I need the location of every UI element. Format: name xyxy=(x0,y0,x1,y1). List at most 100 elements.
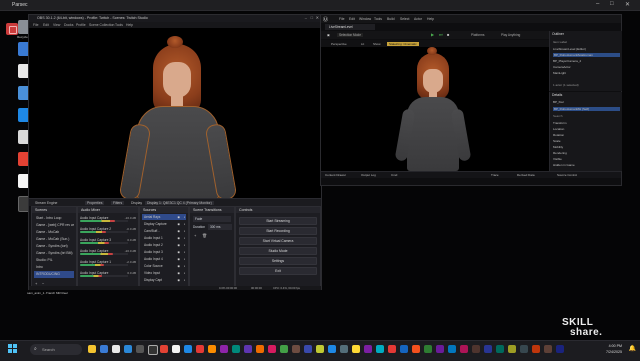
lock-icon[interactable]: ▪ xyxy=(184,277,185,283)
outliner-row[interactable]: LiveStreamLevel (Editor) xyxy=(553,47,586,51)
scene-item[interactable]: Game - [web] CPR rev web xyxy=(34,222,74,229)
eye-icon[interactable]: ◉ xyxy=(177,214,180,220)
content-drawer-button[interactable]: Content Drawer xyxy=(325,173,346,177)
studio-mode-button[interactable]: Studio Mode xyxy=(239,247,317,255)
app-taskbar-icon[interactable] xyxy=(112,345,120,353)
app-taskbar-icon[interactable] xyxy=(328,345,336,353)
filters-button[interactable]: Filters xyxy=(111,200,125,205)
play-options-icon[interactable]: ⏭ xyxy=(439,32,443,37)
source-item[interactable]: Audio Input 1 ◉ ▪ xyxy=(142,235,186,241)
trace-button[interactable]: Trace xyxy=(491,173,499,177)
eye-icon[interactable]: ◉ xyxy=(177,277,180,283)
details-search[interactable]: Search xyxy=(553,114,563,118)
eye-icon[interactable]: ◉ xyxy=(177,249,180,255)
start-streaming-button[interactable]: Start Streaming xyxy=(239,217,317,225)
app-taskbar-icon[interactable] xyxy=(448,345,456,353)
volume-meter[interactable] xyxy=(80,231,107,233)
app-taskbar-icon[interactable] xyxy=(88,345,96,353)
eye-icon[interactable]: ◉ xyxy=(177,256,180,262)
app-taskbar-icon[interactable] xyxy=(400,345,408,353)
details-component[interactable]: BP_RoboHumanMH (Self) xyxy=(553,107,620,111)
lock-icon[interactable]: ▪ xyxy=(184,235,185,241)
app-taskbar-icon[interactable] xyxy=(352,345,360,353)
add-transition-icon[interactable]: + xyxy=(194,233,196,238)
output-log-button[interactable]: Output Log xyxy=(361,173,376,177)
source-item[interactable]: Display Capture ◉ ▪ xyxy=(142,221,186,227)
menu-window[interactable]: Window xyxy=(359,17,371,21)
close-icon[interactable]: ✕ xyxy=(316,15,319,20)
source-item[interactable]: Display Capt ◉ ▪ xyxy=(142,277,186,283)
system-tray[interactable]: 4:00 PM 7/24/2025 🔔 xyxy=(580,342,640,358)
duration-input[interactable]: 300 ms xyxy=(208,224,232,230)
app-taskbar-icon[interactable] xyxy=(316,345,324,353)
app-taskbar-icon[interactable] xyxy=(388,345,396,353)
level-tab[interactable]: LiveStreamLevel xyxy=(325,24,375,30)
play-anything-button[interactable]: Play Anything xyxy=(501,33,520,37)
settings-button[interactable]: Settings xyxy=(239,257,317,265)
menu-build[interactable]: Build xyxy=(387,17,395,21)
lock-icon[interactable]: ▪ xyxy=(184,221,185,227)
app-taskbar-icon[interactable] xyxy=(172,345,180,353)
source-item[interactable]: Audio Input 2 ◉ ▪ xyxy=(142,242,186,248)
source-item[interactable]: Audio Input 4 ◉ ▪ xyxy=(142,256,186,262)
app-taskbar-icon[interactable] xyxy=(304,345,312,353)
source-item[interactable]: Video Input ◉ ▪ xyxy=(142,270,186,276)
outliner-row-selected[interactable]: BP_RoboHumanMetaHuman xyxy=(553,53,620,57)
lock-icon[interactable]: ▪ xyxy=(184,263,185,269)
app-taskbar-icon[interactable] xyxy=(520,345,528,353)
scene-item[interactable]: Game - MoCab (Sun.) xyxy=(34,236,74,243)
exit-button[interactable]: Exit xyxy=(239,267,317,275)
outliner-row[interactable]: CameraActor xyxy=(553,65,571,69)
menu-file[interactable]: File xyxy=(33,23,38,27)
unreal-logo-icon[interactable]: Ⓤ xyxy=(323,16,328,23)
app-taskbar-icon[interactable] xyxy=(280,345,288,353)
app-icon[interactable] xyxy=(6,23,18,35)
lit-button[interactable]: Lit xyxy=(361,42,364,46)
scene-item[interactable]: Studio: PIL xyxy=(34,257,74,264)
maximize-icon[interactable]: □ xyxy=(610,1,614,7)
eye-icon[interactable]: ◉ xyxy=(177,270,180,276)
lock-icon[interactable]: ▪ xyxy=(184,249,185,255)
source-item[interactable]: Color Source ◉ ▪ xyxy=(142,263,186,269)
app-taskbar-icon[interactable] xyxy=(220,345,228,353)
eye-icon[interactable]: ◉ xyxy=(177,242,180,248)
app-taskbar-icon[interactable] xyxy=(376,345,384,353)
menu-tools[interactable]: Tools xyxy=(374,17,382,21)
app-taskbar-icon[interactable] xyxy=(364,345,372,353)
minimize-icon[interactable]: – xyxy=(596,1,599,7)
obs-preview[interactable] xyxy=(29,28,321,202)
volume-meter[interactable] xyxy=(80,220,115,222)
menu-profile[interactable]: Profile xyxy=(76,23,86,27)
menu-actor[interactable]: Actor xyxy=(414,17,422,21)
scene-item[interactable]: Start - Intro Loop xyxy=(34,215,74,222)
volume-meter[interactable] xyxy=(80,242,109,244)
source-item[interactable]: Cam/Buff... ◉ ▪ xyxy=(142,228,186,234)
close-icon[interactable]: ✕ xyxy=(625,1,630,8)
obs-taskbar-icon[interactable] xyxy=(148,345,158,355)
menu-view[interactable]: View xyxy=(53,23,60,27)
outliner-row[interactable]: BP_PlayerCamera_2 xyxy=(553,59,581,63)
menu-select[interactable]: Select xyxy=(400,17,409,21)
scene-item[interactable]: Intro xyxy=(34,264,74,271)
source-item-selected[interactable]: Aerial Rays ◉ ▪ xyxy=(142,214,186,220)
app-taskbar-icon[interactable] xyxy=(496,345,504,353)
menu-edit[interactable]: Edit xyxy=(43,23,49,27)
app-taskbar-icon[interactable] xyxy=(208,345,216,353)
app-taskbar-icon[interactable] xyxy=(256,345,264,353)
lock-icon[interactable]: ▪ xyxy=(184,270,185,276)
details-row[interactable]: Rotation xyxy=(553,133,564,137)
lock-icon[interactable]: ▪ xyxy=(184,242,185,248)
eye-icon[interactable]: ◉ xyxy=(177,228,180,234)
volume-meter[interactable] xyxy=(80,275,102,277)
app-taskbar-icon[interactable] xyxy=(244,345,252,353)
maximize-icon[interactable]: □ xyxy=(311,15,313,20)
details-row[interactable]: Visible xyxy=(553,157,562,161)
display-select[interactable]: Display 1: Q4E3C1 QC 4 (Primary Monitor) xyxy=(145,200,214,205)
remove-transition-icon[interactable]: 🗑 xyxy=(202,233,207,238)
menu-scene-collection[interactable]: Scene Collection xyxy=(89,23,114,27)
stop-icon[interactable]: ■ xyxy=(447,32,449,37)
app-taskbar-icon[interactable] xyxy=(340,345,348,353)
scene-item[interactable]: Game - Syndirs (tort) xyxy=(34,243,74,250)
start-virtual-camera-button[interactable]: Start Virtual Camera xyxy=(239,237,317,245)
start-recording-button[interactable]: Start Recording xyxy=(239,227,317,235)
